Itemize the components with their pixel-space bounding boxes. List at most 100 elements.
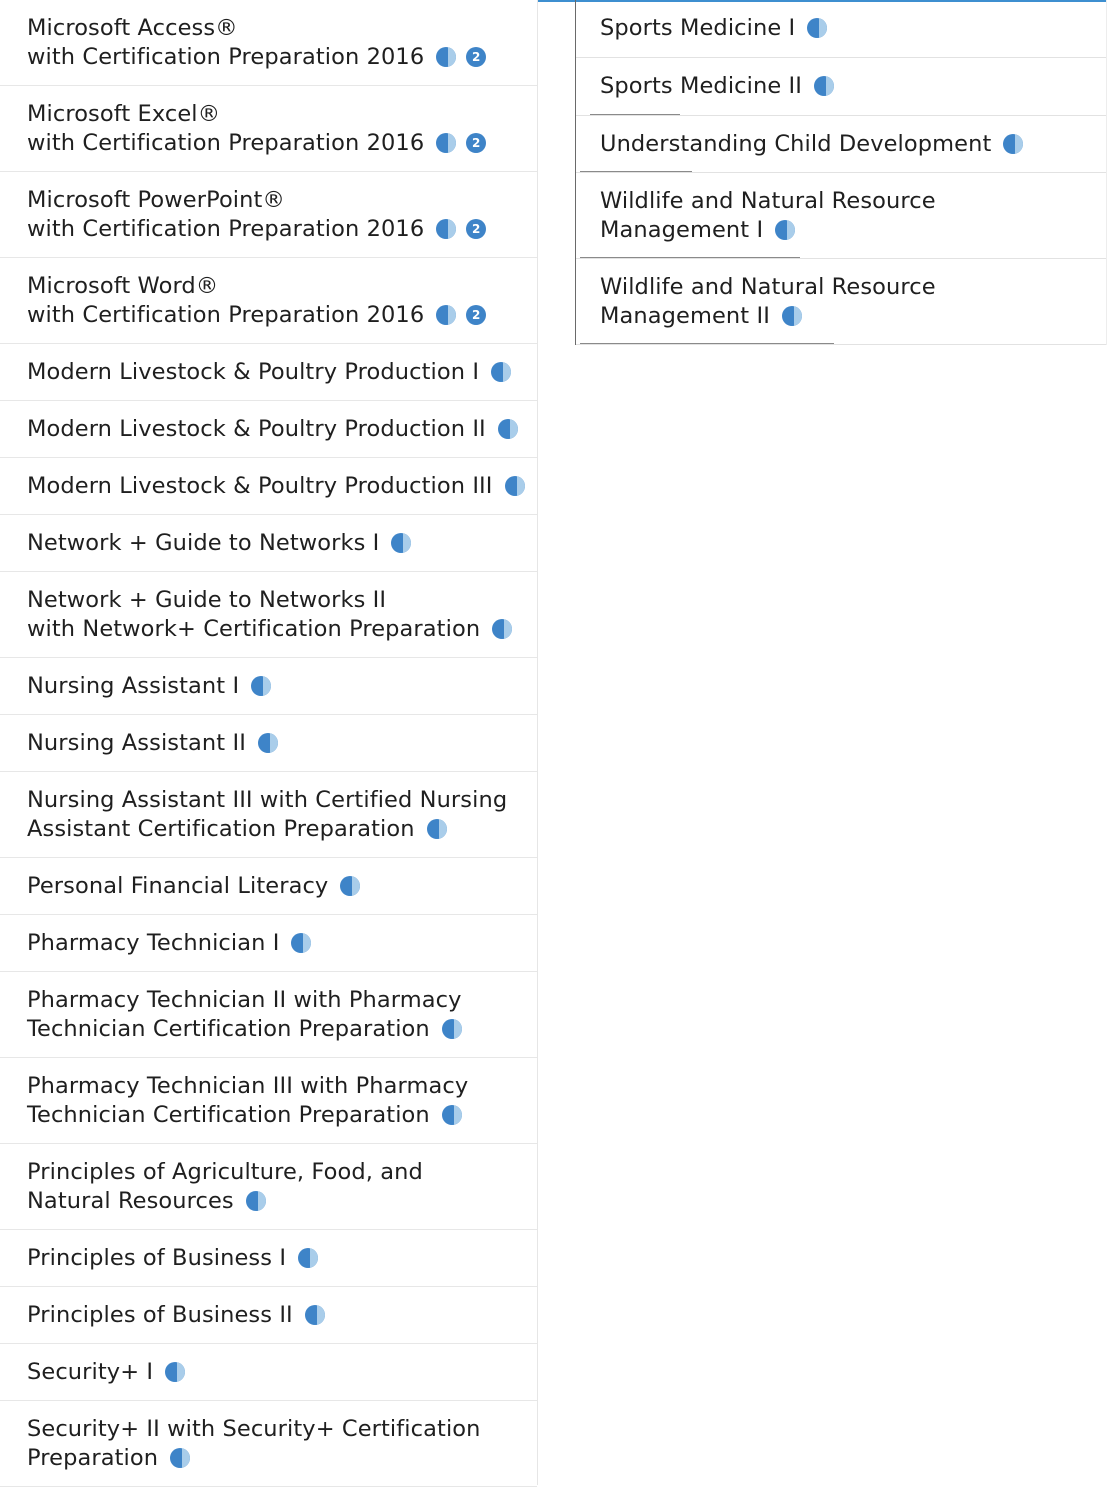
course-item: Wildlife and Natural Resource Management … (576, 173, 1106, 259)
half-circle-icon (257, 732, 278, 753)
course-title-line: Personal Financial Literacy (27, 872, 329, 899)
course-title-line: Pharmacy Technician III with Pharmacy (27, 1072, 469, 1099)
course-title-line: Modern Livestock & Poultry Production II (27, 415, 486, 442)
course-icons (492, 618, 513, 639)
course-list-page: Microsoft Access® with Certification Prep… (0, 0, 1107, 1487)
course-icons (170, 1447, 191, 1468)
course-title-line: Nursing Assistant I (27, 672, 240, 699)
course-title-line: Sports Medicine I (600, 15, 796, 41)
number-badge-icon: 2 (466, 304, 487, 325)
course-icons (781, 305, 802, 326)
half-circle-icon (441, 1104, 462, 1125)
course-title-line: Principles of Agriculture, Food, and (27, 1158, 423, 1185)
half-circle-icon (504, 475, 525, 496)
half-circle-icon (340, 875, 361, 896)
course-title: Pharmacy Technician II with Pharmacy Tech… (27, 986, 462, 1044)
course-icons (340, 875, 361, 896)
course-title: Sports Medicine I (600, 14, 828, 43)
course-title-line: Management II (600, 302, 770, 329)
course-item: Pharmacy Technician II with Pharmacy Tech… (0, 972, 537, 1058)
course-title: Microsoft Word® with Certification Prepar… (27, 272, 487, 330)
course-icons (298, 1247, 319, 1268)
divider (590, 114, 680, 115)
course-title-line: Nursing Assistant II (27, 729, 246, 756)
course-item: Nursing Assistant III with Certified Nur… (0, 772, 537, 858)
right-course-column: Sports Medicine I Sports Medicine II Under… (575, 0, 1107, 345)
course-title-line: Wildlife and Natural Resource (600, 187, 936, 214)
course-title: Nursing Assistant III with Certified Nur… (27, 786, 507, 844)
course-title-line: Microsoft Excel® (27, 100, 221, 127)
course-icons (257, 732, 278, 753)
course-title: Network + Guide to Networks II with Netwo… (27, 586, 513, 644)
course-icons (775, 219, 796, 240)
course-title-line: Pharmacy Technician II with Pharmacy (27, 986, 462, 1013)
course-item: Principles of Business II (0, 1287, 537, 1344)
number-badge-icon: 2 (466, 46, 487, 67)
course-item: Network + Guide to Networks II with Netwo… (0, 572, 537, 658)
course-icons: 2 (436, 132, 487, 153)
course-item: Principles of Business I (0, 1230, 537, 1287)
course-item: Security+ I (0, 1344, 537, 1401)
course-title: Nursing Assistant II (27, 729, 278, 758)
course-title: Modern Livestock & Poultry Production II (27, 415, 518, 444)
course-icons (441, 1104, 462, 1125)
course-title: Pharmacy Technician I (27, 929, 312, 958)
left-course-column: Microsoft Access® with Certification Prep… (0, 0, 538, 1487)
half-circle-icon (170, 1447, 191, 1468)
course-item: Network + Guide to Networks I (0, 515, 537, 572)
half-circle-icon (497, 418, 518, 439)
course-title: Principles of Business I (27, 1244, 319, 1273)
course-title-line: Principles of Business I (27, 1244, 287, 1271)
course-title: Microsoft Excel® with Certification Prepa… (27, 100, 487, 158)
course-title-line: Preparation (27, 1444, 159, 1471)
course-title-line: Understanding Child Development (600, 130, 992, 157)
course-title: Wildlife and Natural Resource Management … (600, 273, 936, 331)
course-title-line: Microsoft Word® (27, 272, 219, 299)
course-icons (441, 1018, 462, 1039)
course-title-line: Sports Medicine II (600, 73, 803, 99)
course-item: Understanding Child Development (576, 116, 1106, 173)
course-title: Modern Livestock & Poultry Production II… (27, 472, 525, 501)
course-icons (291, 932, 312, 953)
course-icons (426, 818, 447, 839)
course-title: Personal Financial Literacy (27, 872, 361, 901)
half-circle-icon (814, 76, 835, 96)
half-circle-icon (436, 132, 457, 153)
course-title: Principles of Business II (27, 1301, 325, 1330)
half-circle-icon (304, 1304, 325, 1325)
divider (580, 343, 834, 344)
course-title-line: Modern Livestock & Poultry Production I (27, 358, 480, 385)
course-item: Microsoft Excel® with Certification Prepa… (0, 86, 537, 172)
course-icons (391, 532, 412, 553)
course-item: Pharmacy Technician I (0, 915, 537, 972)
half-circle-icon (165, 1361, 186, 1382)
course-title-line: Nursing Assistant III with Certified Nur… (27, 786, 508, 813)
course-title-line: with Certification Preparation 2016 (27, 129, 425, 156)
course-item: Pharmacy Technician III with Pharmacy Tec… (0, 1058, 537, 1144)
course-title-line: Wildlife and Natural Resource (600, 273, 936, 300)
half-circle-icon (436, 218, 457, 239)
course-item: Wildlife and Natural Resource Management … (576, 259, 1106, 345)
course-title: Modern Livestock & Poultry Production I (27, 358, 512, 387)
course-item: Security+ II with Security+ Certificatio… (0, 1401, 537, 1487)
course-icons: 2 (436, 304, 487, 325)
course-icons (251, 675, 272, 696)
half-circle-icon (1003, 133, 1024, 154)
course-title: Nursing Assistant I (27, 672, 272, 701)
course-item: Nursing Assistant II (0, 715, 537, 772)
half-circle-icon (391, 532, 412, 553)
course-title: Understanding Child Development (600, 130, 1024, 159)
divider (580, 171, 692, 172)
half-circle-icon (298, 1247, 319, 1268)
course-title: Network + Guide to Networks I (27, 529, 412, 558)
course-icons (165, 1361, 186, 1382)
course-title: Security+ II with Security+ Certificatio… (27, 1415, 481, 1473)
course-title-line: Microsoft Access® (27, 14, 238, 41)
course-item: Microsoft Word® with Certification Prepar… (0, 258, 537, 344)
course-title-line: with Certification Preparation 2016 (27, 43, 425, 70)
course-item: Sports Medicine I (576, 0, 1106, 58)
course-title: Microsoft Access® with Certification Prep… (27, 14, 487, 72)
course-title-line: Network + Guide to Networks II (27, 586, 387, 613)
half-circle-icon (291, 932, 312, 953)
half-circle-icon (492, 618, 513, 639)
